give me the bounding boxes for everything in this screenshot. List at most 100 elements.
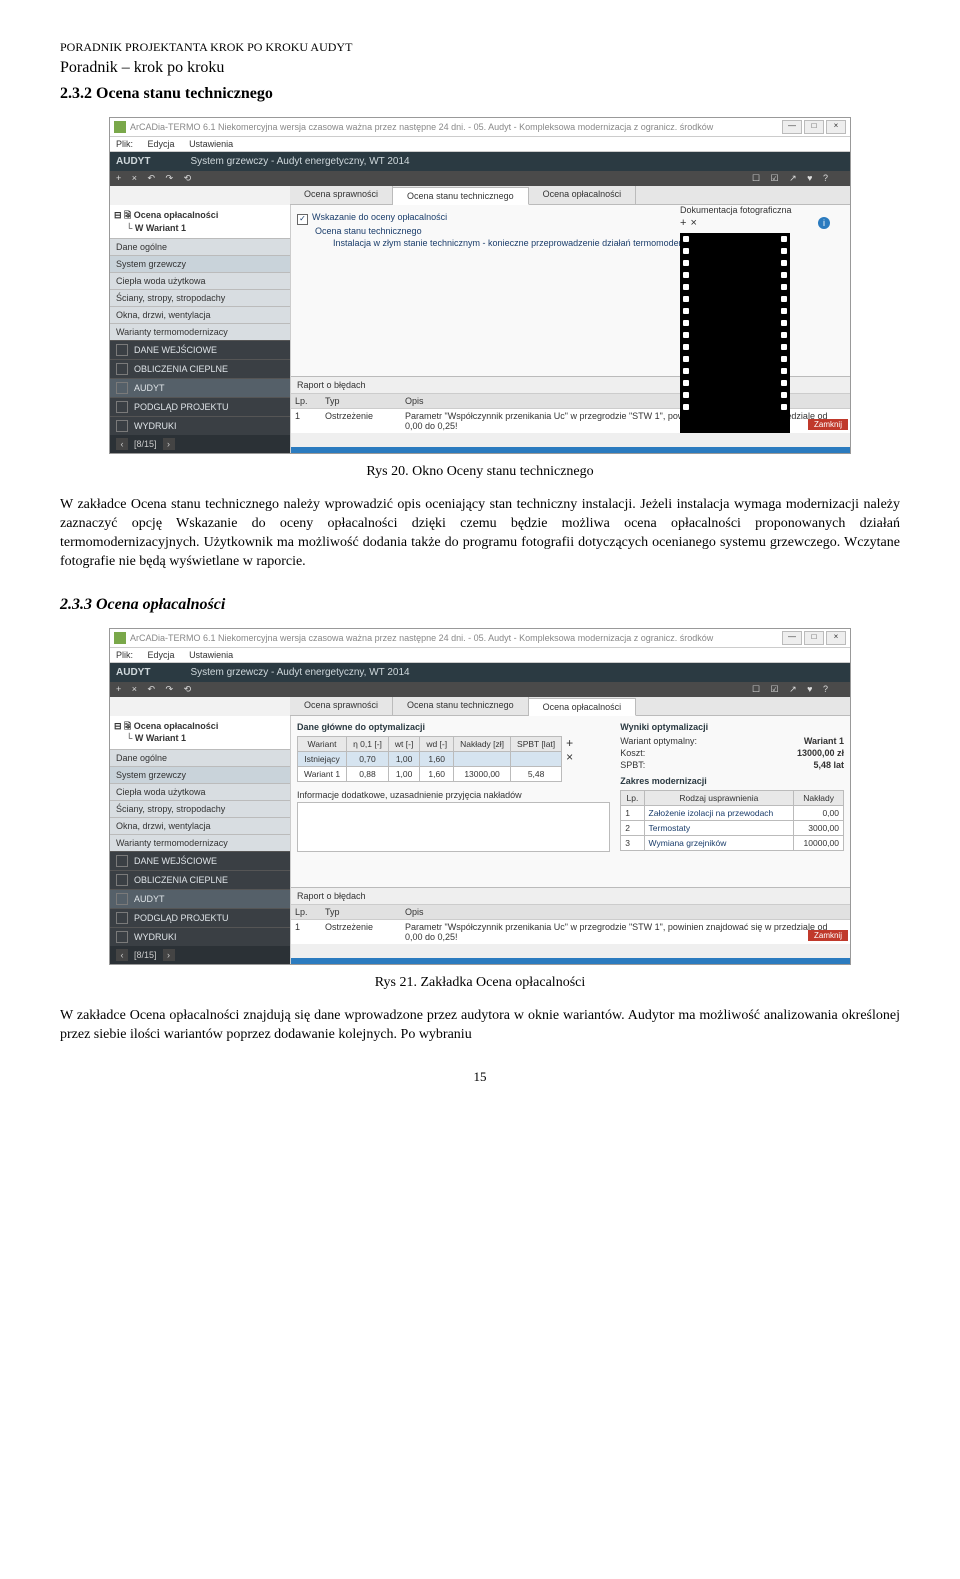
variants-table: Wariantη 0,1 [-]wt [-]wd [-]Nakłady [zł]… — [297, 736, 562, 782]
nav-obliczenia-2[interactable]: OBLICZENIA CIEPLNE — [110, 870, 290, 889]
app-logo-icon — [114, 121, 126, 133]
grp-dane-ogolne-2[interactable]: Dane ogólne — [110, 749, 290, 766]
grp-system-grzewczy[interactable]: System grzewczy — [110, 255, 290, 272]
table-row[interactable]: 1Założenie izolacji na przewodach0,00 — [621, 805, 844, 820]
window-buttons: — □ × — [782, 120, 846, 134]
nav-wydruki[interactable]: WYDRUKI — [110, 416, 290, 435]
table-row[interactable]: Istniejący0,701,001,60 — [298, 751, 562, 766]
max-button-2[interactable]: □ — [804, 631, 824, 645]
toolbar-right-icons[interactable]: ☐ ☑ ↗ ♥ ? — [752, 173, 832, 184]
app-logo-icon-2 — [114, 632, 126, 644]
grp-okna[interactable]: Okna, drzwi, wentylacja — [110, 306, 290, 323]
tab-ocena-sprawnosci[interactable]: Ocena sprawności — [290, 186, 393, 204]
menu-edycja[interactable]: Edycja — [148, 139, 175, 149]
toolbar-left-icons[interactable]: + × ↶ ↷ ⟲ — [116, 173, 195, 184]
page-indicator-2: [8/15] — [134, 950, 157, 960]
remove-variant-button[interactable]: × — [566, 750, 573, 764]
ribbon: AUDYT System grzewczy - Audyt energetycz… — [110, 152, 850, 171]
tree-child[interactable]: └ W Wariant 1 — [114, 222, 286, 235]
page-next-button-2[interactable]: › — [163, 949, 175, 961]
tab-ocena-oplacalnosci-2[interactable]: Ocena opłacalności — [529, 698, 637, 716]
info-textarea[interactable] — [297, 802, 610, 852]
label-ocena-stanu: Ocena stanu technicznego — [297, 226, 422, 236]
page-next-button[interactable]: › — [163, 438, 175, 450]
zakres-heading: Zakres modernizacji — [620, 776, 844, 786]
screenshot-1: ArCADia-TERMO 6.1 Niekomercyjna wersja c… — [109, 117, 851, 454]
table-row[interactable]: 2Termostaty3000,00 — [621, 820, 844, 835]
toolbar: + × ↶ ↷ ⟲ ☐ ☑ ↗ ♥ ? — [110, 171, 850, 186]
close-window-button[interactable]: × — [826, 120, 846, 134]
nav-audyt[interactable]: AUDYT — [110, 378, 290, 397]
caption-2: Rys 21. Zakładka Ocena opłacalności — [60, 975, 900, 991]
tab-ocena-stanu-2[interactable]: Ocena stanu technicznego — [393, 697, 529, 715]
side-paging: ‹ [8/15] › — [110, 435, 290, 453]
close-error-button-2[interactable]: Zamknij — [808, 930, 848, 941]
page-prev-button-2[interactable]: ‹ — [116, 949, 128, 961]
tree-root[interactable]: ⊟ 🗟 Ocena opłacalności — [114, 209, 286, 222]
foto-panel: Dokumentacja fotograficzna + × i — [680, 205, 830, 433]
foto-remove-button[interactable]: × — [690, 217, 696, 229]
tab-ocena-sprawnosci-2[interactable]: Ocena sprawności — [290, 697, 393, 715]
menu-edycja-2[interactable]: Edycja — [148, 650, 175, 660]
menu-ustawienia[interactable]: Ustawienia — [189, 139, 233, 149]
titlebar-2: ArCADia-TERMO 6.1 Niekomercyjna wersja c… — [110, 629, 850, 648]
tabbar: Ocena sprawności Ocena stanu techniczneg… — [290, 186, 850, 205]
add-variant-button[interactable]: + — [566, 736, 573, 750]
grp-dane-ogolne[interactable]: Dane ogólne — [110, 238, 290, 255]
max-button[interactable]: □ — [804, 120, 824, 134]
grp-warianty[interactable]: Warianty termomodernizacy — [110, 323, 290, 340]
menu-plik-2[interactable]: Plik: — [116, 650, 133, 660]
section-heading-2: 2.3.3 Ocena opłacalności — [60, 596, 900, 614]
tree-child-2[interactable]: └ W Wariant 1 — [114, 732, 286, 745]
side-nav: DANE WEJŚCIOWE OBLICZENIA CIEPLNE AUDYT … — [110, 340, 290, 435]
grp-cwu[interactable]: Ciepła woda użytkowa — [110, 272, 290, 289]
min-button[interactable]: — — [782, 120, 802, 134]
tree: ⊟ 🗟 Ocena opłacalności └ W Wariant 1 — [110, 205, 290, 238]
grp-okna-2[interactable]: Okna, drzwi, wentylacja — [110, 817, 290, 834]
grp-sciany-2[interactable]: Ściany, stropy, stropodachy — [110, 800, 290, 817]
nav-podglad-2[interactable]: PODGLĄD PROJEKTU — [110, 908, 290, 927]
page-indicator: [8/15] — [134, 439, 157, 449]
foto-heading: Dokumentacja fotograficzna — [680, 205, 830, 215]
nav-obliczenia[interactable]: OBLICZENIA CIEPLNE — [110, 359, 290, 378]
tabbar-2: Ocena sprawności Ocena stanu techniczneg… — [290, 697, 850, 716]
ribbon-2: AUDYT System grzewczy - Audyt energetycz… — [110, 663, 850, 682]
toolbar-2: + × ↶ ↷ ⟲ ☐ ☑ ↗ ♥ ? — [110, 682, 850, 697]
tree-root-2[interactable]: ⊟ 🗟 Ocena opłacalności — [114, 720, 286, 733]
grp-sciany[interactable]: Ściany, stropy, stropodachy — [110, 289, 290, 306]
nav-dane-wejsciowe-2[interactable]: DANE WEJŚCIOWE — [110, 851, 290, 870]
menu-plik[interactable]: Plik: — [116, 139, 133, 149]
toolbar-right-icons-2[interactable]: ☐ ☑ ↗ ♥ ? — [752, 684, 832, 695]
page-prev-button[interactable]: ‹ — [116, 438, 128, 450]
min-button-2[interactable]: — — [782, 631, 802, 645]
nav-dane-wejsciowe[interactable]: DANE WEJŚCIOWE — [110, 340, 290, 359]
app-title: ArCADia-TERMO 6.1 Niekomercyjna wersja c… — [130, 122, 782, 132]
caption-1: Rys 20. Okno Oceny stanu technicznego — [60, 464, 900, 480]
screenshot-2: ArCADia-TERMO 6.1 Niekomercyjna wersja c… — [109, 628, 851, 965]
foto-add-button[interactable]: + — [680, 217, 686, 229]
zakres-table: Lp.Rodzaj usprawnieniaNakłady 1Założenie… — [620, 790, 844, 851]
info-icon[interactable]: i — [818, 217, 830, 229]
nav-audyt-2[interactable]: AUDYT — [110, 889, 290, 908]
doc-header: PORADNIK PROJEKTANTA KROK PO KROKU AUDYT — [60, 40, 900, 55]
tab-ocena-oplacalnosci[interactable]: Ocena opłacalności — [529, 186, 637, 204]
menu-ustawienia-2[interactable]: Ustawienia — [189, 650, 233, 660]
paragraph-2: W zakładce Ocena opłacalności znajdują s… — [60, 1007, 900, 1045]
error-panel-2: Raport o błędach Lp.TypOpis 1Ostrzeżenie… — [291, 887, 850, 964]
nav-wydruki-2[interactable]: WYDRUKI — [110, 927, 290, 946]
close-window-button-2[interactable]: × — [826, 631, 846, 645]
grp-warianty-2[interactable]: Warianty termomodernizacy — [110, 834, 290, 851]
grp-system-grzewczy-2[interactable]: System grzewczy — [110, 766, 290, 783]
toolbar-left-icons-2[interactable]: + × ↶ ↷ ⟲ — [116, 684, 195, 695]
info-label: Informacje dodatkowe, uzasadnienie przyj… — [297, 790, 610, 800]
tab-ocena-stanu[interactable]: Ocena stanu technicznego — [393, 187, 529, 205]
sidebar: ⊟ 🗟 Ocena opłacalności └ W Wariant 1 Dan… — [110, 205, 291, 453]
menu-bar-2: Plik: Edycja Ustawienia — [110, 648, 850, 663]
table-row[interactable]: Wariant 10,881,001,6013000,005,48 — [298, 766, 562, 781]
side-groups: Dane ogólne System grzewczy Ciepła woda … — [110, 238, 290, 340]
nav-podglad[interactable]: PODGLĄD PROJEKTU — [110, 397, 290, 416]
close-error-button[interactable]: Zamknij — [808, 419, 848, 430]
grp-cwu-2[interactable]: Ciepła woda użytkowa — [110, 783, 290, 800]
bottom-bar — [291, 447, 850, 453]
table-row[interactable]: 3Wymiana grzejników10000,00 — [621, 835, 844, 850]
